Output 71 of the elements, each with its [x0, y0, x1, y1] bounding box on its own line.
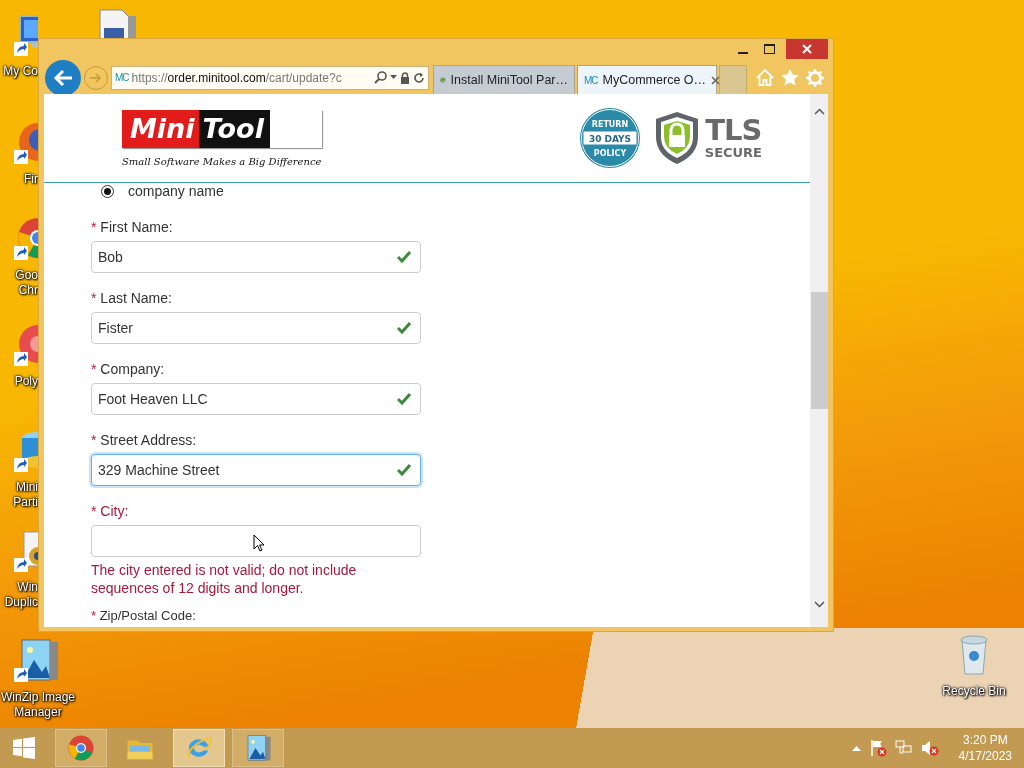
field-label: * Company: — [91, 360, 166, 378]
minimize-icon — [738, 52, 748, 54]
input-field[interactable]: Foot Heaven LLC — [91, 383, 421, 415]
scroll-down-icon[interactable] — [813, 601, 825, 608]
favorites-star-icon[interactable] — [781, 68, 799, 86]
input-field[interactable]: Bob — [91, 241, 421, 273]
input-field[interactable] — [91, 525, 421, 557]
address-bar[interactable]: MC https://order.minitool.com/cart/update?c — [111, 65, 429, 90]
volume-muted-icon[interactable] — [920, 739, 939, 757]
icon-label: Parti — [13, 495, 38, 510]
input-field[interactable]: 329 Machine Street — [91, 454, 421, 486]
back-button[interactable] — [45, 59, 81, 96]
icon-label: WinZip Image — [1, 690, 75, 705]
caret-icon[interactable] — [390, 75, 397, 80]
icon-label: Duplic — [4, 595, 38, 610]
icon-label: Fir — [24, 172, 38, 187]
checkmark-icon — [397, 251, 411, 263]
site-favicon: MC — [115, 72, 129, 83]
show-hidden-icons-icon[interactable] — [851, 745, 861, 751]
maximize-icon — [763, 44, 775, 54]
icon-label: Manager — [14, 705, 62, 720]
field-label: * First Name: — [91, 218, 174, 236]
icon-label: My Co — [3, 64, 38, 79]
scroll-up-icon[interactable] — [813, 108, 825, 115]
browser-tab[interactable]: MC MyCommerce O… — [577, 65, 717, 94]
badge-text: POLICY — [593, 149, 626, 158]
radio-label: company name — [128, 183, 224, 199]
badge-text: RETURN — [591, 120, 628, 129]
browser-tab[interactable]: Install MiniTool Par… — [433, 65, 575, 94]
checkmark-icon — [397, 322, 411, 334]
icon-label: Mini — [16, 480, 38, 495]
taskbar-app-button[interactable] — [232, 729, 284, 767]
radio-button[interactable] — [101, 184, 114, 198]
tls-subtitle: SECURE — [704, 145, 762, 161]
close-button[interactable] — [786, 39, 828, 59]
icon-label: Poly — [14, 374, 38, 389]
field-label: * Last Name: — [91, 289, 173, 307]
back-arrow-icon — [53, 68, 73, 87]
flag-alert-icon[interactable] — [868, 739, 887, 757]
field-label: * Zip/Postal Code: — [91, 609, 197, 623]
lock-icon — [400, 71, 410, 84]
minitool-logo[interactable]: Mini Tool — [122, 109, 322, 148]
icon-label: Chr — [18, 283, 38, 298]
checkmark-icon — [397, 464, 411, 476]
app-icon — [66, 734, 96, 762]
seal-badge-drawing — [579, 108, 640, 168]
badge-text: 30 DAYS — [588, 134, 631, 144]
scrollbar-thumb[interactable] — [810, 292, 828, 409]
clock-date: 4/17/2023 — [958, 748, 1012, 764]
refresh-icon[interactable] — [413, 71, 425, 84]
shield-lock-icon — [654, 111, 699, 165]
mouse-cursor-icon — [253, 534, 265, 552]
close-tab-icon[interactable] — [711, 75, 721, 85]
field-label: * Street Address: — [91, 431, 198, 449]
windows-logo-icon — [13, 737, 35, 759]
site-favicon: MC — [584, 74, 598, 86]
checkmark-icon — [397, 393, 411, 405]
clock-time: 3:20 PM — [962, 732, 1008, 748]
close-icon — [802, 44, 812, 54]
forward-arrow-icon — [90, 72, 102, 83]
error-message: The city entered is not valid; do not include sequences of 12 digits and longer. — [91, 561, 358, 597]
logo-tagline: Small Software Makes a Big Difference — [122, 155, 322, 167]
icon-label: Recycle Bin — [942, 684, 1006, 699]
icon-label: Win — [17, 580, 38, 595]
input-field[interactable]: Fister — [91, 312, 421, 344]
taskbar-app-button[interactable] — [55, 729, 107, 767]
field-label: * City: — [91, 502, 130, 520]
scrollbar[interactable] — [810, 94, 828, 627]
icon-label: Goo — [15, 268, 38, 283]
tls-title: TLS — [705, 115, 762, 145]
search-icon[interactable] — [374, 71, 387, 84]
